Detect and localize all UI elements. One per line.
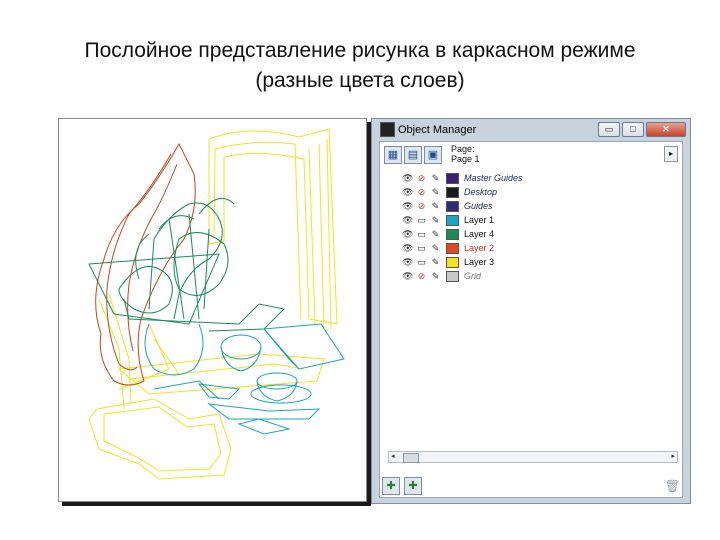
eye-icon[interactable]: 👁: [402, 215, 413, 226]
eye-icon[interactable]: 👁: [402, 187, 413, 198]
pencil-icon[interactable]: ✎: [430, 243, 441, 254]
eye-icon[interactable]: 👁: [402, 271, 413, 282]
object-manager-window: Object Manager ▭ □ ✕ ▦ ▤ ▣ Page: Page 1 …: [371, 118, 691, 504]
printer-icon[interactable]: ▭: [416, 243, 427, 254]
pencil-icon[interactable]: ✎: [430, 215, 441, 226]
pencil-icon[interactable]: ✎: [430, 173, 441, 184]
layer-row[interactable]: 👁 ⊘ ✎ Grid: [402, 269, 481, 283]
drawing-canvas[interactable]: [58, 118, 367, 502]
printer-icon[interactable]: ▭: [416, 257, 427, 268]
pencil-icon[interactable]: ✎: [430, 257, 441, 268]
page-label-prefix: Page:: [451, 144, 475, 154]
layer-color-swatch[interactable]: [446, 228, 459, 240]
layer-name: Grid: [464, 271, 482, 281]
object-manager-title-text: Object Manager: [398, 123, 477, 136]
layer-row[interactable]: 👁 ▭ ✎ Layer 2: [402, 241, 494, 255]
layer-name: Layer 1: [464, 215, 495, 225]
pencil-icon[interactable]: ✎: [430, 271, 441, 282]
object-manager-titlebar[interactable]: Object Manager ▭ □ ✕: [372, 119, 690, 141]
layer-name: Layer 3: [464, 257, 495, 267]
edit-across-layers-icon[interactable]: ▤: [404, 146, 422, 164]
printer-icon[interactable]: ⊘: [416, 187, 427, 198]
pencil-icon[interactable]: ✎: [430, 229, 441, 240]
minimize-button[interactable]: ▭: [598, 122, 620, 137]
layer-name: Guides: [464, 201, 493, 211]
page-label: Page: Page 1: [451, 144, 480, 164]
new-master-layer-icon[interactable]: ✚: [404, 477, 422, 495]
eye-icon[interactable]: 👁: [402, 173, 413, 184]
yellow-layer-shapes: [88, 128, 338, 480]
layer-name: Layer 4: [464, 229, 495, 239]
layer-row[interactable]: 👁 ⊘ ✎ Master Guides: [402, 171, 523, 185]
close-button[interactable]: ✕: [646, 122, 686, 137]
layer-color-swatch[interactable]: [446, 172, 459, 184]
layer-row[interactable]: 👁 ⊘ ✎ Guides: [402, 199, 493, 213]
eye-icon[interactable]: 👁: [402, 243, 413, 254]
horizontal-scrollbar[interactable]: ◂ ▸: [388, 451, 678, 463]
maximize-button[interactable]: □: [622, 122, 644, 137]
slide-title-line2: (разные цвета слоев): [255, 69, 465, 92]
layer-row[interactable]: 👁 ▭ ✎ Layer 3: [402, 255, 494, 269]
slide-title: Послойное представление рисунка в каркас…: [0, 36, 720, 96]
pencil-icon[interactable]: ✎: [430, 187, 441, 198]
delete-trash-icon[interactable]: 🗑: [665, 479, 680, 493]
printer-icon[interactable]: ▭: [416, 229, 427, 240]
printer-icon[interactable]: ⊘: [416, 201, 427, 212]
layer-row[interactable]: 👁 ⊘ ✎ Desktop: [402, 185, 497, 199]
eye-icon[interactable]: 👁: [402, 229, 413, 240]
layer-color-swatch[interactable]: [446, 200, 459, 212]
layer-color-swatch[interactable]: [446, 214, 459, 226]
app-icon: [380, 122, 395, 137]
layer-color-swatch[interactable]: [446, 256, 459, 268]
printer-icon[interactable]: ⊘: [416, 173, 427, 184]
printer-icon[interactable]: ▭: [416, 215, 427, 226]
layer-color-swatch[interactable]: [446, 270, 459, 282]
show-properties-icon[interactable]: ▦: [384, 146, 402, 164]
layer-name: Desktop: [464, 187, 498, 197]
cyan-layer-shapes: [144, 323, 345, 435]
layer-row[interactable]: 👁 ▭ ✎ Layer 1: [402, 213, 494, 227]
eye-icon[interactable]: 👁: [402, 201, 413, 212]
scroll-left-icon[interactable]: ◂: [391, 452, 395, 462]
green-layer-shapes: [88, 197, 286, 332]
layer-name: Master Guides: [464, 173, 523, 183]
printer-icon[interactable]: ⊘: [416, 271, 427, 282]
wireframe-drawing: [88, 128, 345, 480]
scroll-right-icon[interactable]: ▸: [671, 452, 675, 462]
scroll-thumb[interactable]: [403, 453, 419, 463]
layer-row[interactable]: 👁 ▭ ✎ Layer 4: [402, 227, 494, 241]
object-manager-panel: ▦ ▤ ▣ Page: Page 1 ▸ 👁 ⊘ ✎ Master Guides 👁 ⊘ ✎…: [379, 141, 683, 498]
flyout-menu-button[interactable]: ▸: [664, 146, 678, 162]
new-layer-icon[interactable]: ✚: [382, 477, 400, 495]
layer-name: Layer 2: [464, 243, 495, 253]
pencil-icon[interactable]: ✎: [430, 201, 441, 212]
eye-icon[interactable]: 👁: [402, 257, 413, 268]
layer-color-swatch[interactable]: [446, 186, 459, 198]
layer-color-swatch[interactable]: [446, 242, 459, 254]
slide-title-line1: Послойное представление рисунка в каркас…: [84, 39, 636, 62]
object-manager-title: Object Manager: [380, 122, 476, 137]
page-label-name: Page 1: [451, 154, 480, 164]
layer-manager-view-icon[interactable]: ▣: [424, 146, 442, 164]
